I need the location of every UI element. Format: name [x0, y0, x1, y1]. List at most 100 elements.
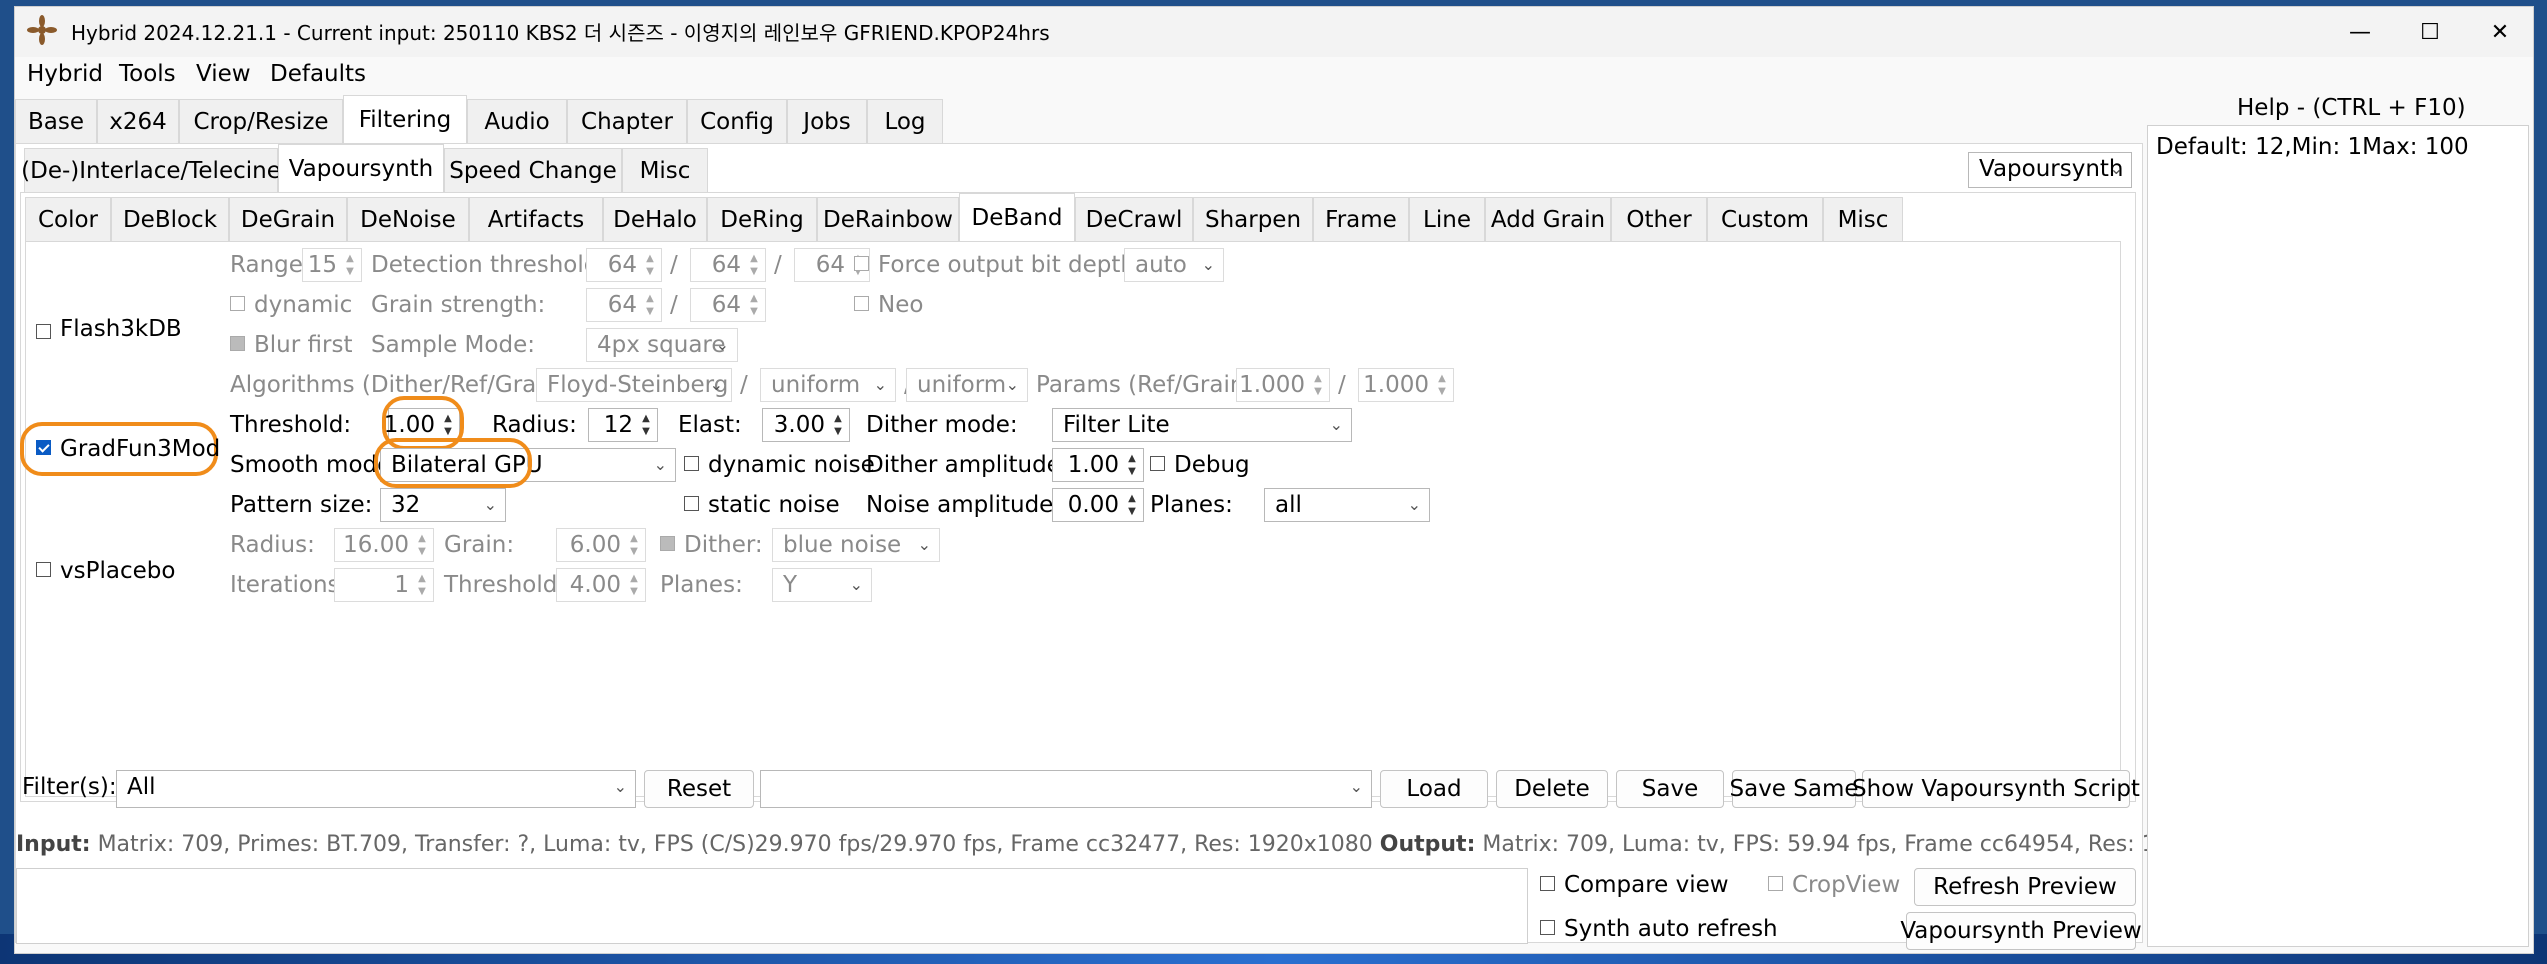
tab-config[interactable]: Config — [687, 99, 787, 143]
gradfun3mod-checkbox[interactable] — [36, 440, 51, 455]
save-button[interactable]: Save — [1616, 770, 1724, 808]
elast-spinbox[interactable]: 3.00 ▲ ▼ — [762, 408, 850, 442]
algo-grain-select[interactable]: uniform ⌄ — [906, 368, 1028, 402]
params-ref[interactable]: 1.000 ▲ ▼ — [1236, 368, 1330, 402]
tab-crop-resize[interactable]: Crop/Resize — [179, 99, 343, 143]
tab-dehalo[interactable]: DeHalo — [603, 197, 707, 241]
preset-select[interactable]: ⌄ — [760, 770, 1372, 808]
tab-add-grain[interactable]: Add Grain — [1485, 197, 1611, 241]
detection-threshold-1[interactable]: 64 ▲ ▼ — [586, 248, 662, 282]
tab-decrawl[interactable]: DeCrawl — [1075, 197, 1193, 241]
tab-audio[interactable]: Audio — [467, 99, 567, 143]
grain-strength-2[interactable]: 64 ▲ ▼ — [690, 288, 766, 322]
sample-mode-select[interactable]: 4px square ⌄ — [586, 328, 738, 362]
tab-log[interactable]: Log — [867, 99, 943, 143]
tab-custom[interactable]: Custom — [1707, 197, 1823, 241]
algo-ref-select[interactable]: uniform ⌄ — [760, 368, 896, 402]
placebo-threshold-spinbox[interactable]: 4.00 ▲ ▼ — [556, 568, 646, 602]
save-same-button[interactable]: Save Same — [1730, 770, 1859, 808]
spin-arrows-icon: ▲▼ — [750, 293, 758, 317]
tab-dering[interactable]: DeRing — [707, 197, 817, 241]
tab-derainbow[interactable]: DeRainbow — [817, 197, 959, 241]
tab-vapoursynth[interactable]: Vapoursynth — [278, 144, 444, 192]
tab-misc-filter[interactable]: Misc — [1823, 197, 1903, 241]
tab-filtering[interactable]: Filtering — [343, 95, 467, 143]
refresh-preview-button[interactable]: Refresh Preview — [1914, 868, 2136, 906]
menu-view[interactable]: View — [196, 61, 251, 87]
tab-degrain[interactable]: DeGrain — [229, 197, 347, 241]
noise-amplitude-label: Noise amplitude: — [866, 492, 1062, 518]
algo-dither-select[interactable]: Floyd-Steinberg ⌄ — [536, 368, 732, 402]
detection-threshold-2[interactable]: 64 ▲ ▼ — [690, 248, 766, 282]
tab-color[interactable]: Color — [25, 197, 111, 241]
range-spinbox[interactable]: 15 ▲ ▼ — [302, 248, 362, 282]
noise-amplitude-spinbox[interactable]: 0.00 ▲ ▼ — [1052, 488, 1144, 522]
maximize-icon[interactable]: ☐ — [2395, 7, 2465, 57]
tab-denoise[interactable]: DeNoise — [347, 197, 469, 241]
iterations-spinbox[interactable]: 1 ▲ ▼ — [334, 568, 434, 602]
tab-other[interactable]: Other — [1611, 197, 1707, 241]
minimize-icon[interactable]: — — [2325, 7, 2395, 57]
dynamic-noise-checkbox[interactable] — [684, 456, 699, 471]
tab-misc[interactable]: Misc — [622, 148, 708, 192]
dither-amplitude-spinbox[interactable]: 1.00 ▲ ▼ — [1052, 448, 1144, 482]
reset-button[interactable]: Reset — [644, 770, 754, 808]
tab-chapter[interactable]: Chapter — [567, 99, 687, 143]
tab-deinterlace[interactable]: (De-)Interlace/Telecine — [21, 148, 281, 192]
tab-speed-change[interactable]: Speed Change — [444, 148, 622, 192]
radius-spinbox[interactable]: 12 ▲ ▼ — [588, 408, 658, 442]
tab-deband[interactable]: DeBand — [959, 193, 1075, 241]
vapoursynth-preview-button[interactable]: Vapoursynth Preview — [1900, 912, 2142, 950]
spin-arrows-icon: ▲▼ — [418, 533, 426, 557]
log-text-area[interactable] — [16, 868, 1528, 944]
pattern-size-select[interactable]: 32 ⌄ — [380, 488, 506, 522]
params-grain[interactable]: 1.000 ▲ ▼ — [1358, 368, 1454, 402]
placebo-planes-select[interactable]: Y ⌄ — [772, 568, 872, 602]
menu-hybrid[interactable]: Hybrid — [27, 61, 103, 87]
close-icon[interactable]: ✕ — [2465, 7, 2535, 57]
grain-strength-1[interactable]: 64 ▲ ▼ — [586, 288, 662, 322]
deband-panel: Flash3kDB Range: 15 ▲ ▼ Detection threshol… — [20, 241, 2121, 797]
placebo-dither-checkbox[interactable] — [660, 536, 675, 551]
tab-sharpen[interactable]: Sharpen — [1193, 197, 1313, 241]
pattern-size-label: Pattern size: — [230, 492, 373, 518]
force-output-select[interactable]: auto ⌄ — [1124, 248, 1224, 282]
vsplacebo-checkbox[interactable] — [36, 562, 51, 577]
placebo-grain-spinbox[interactable]: 6.00 ▲ ▼ — [556, 528, 646, 562]
tab-line[interactable]: Line — [1409, 197, 1485, 241]
static-noise-checkbox[interactable] — [684, 496, 699, 511]
tab-base[interactable]: Base — [15, 99, 97, 143]
debug-checkbox[interactable] — [1150, 456, 1165, 471]
tab-jobs[interactable]: Jobs — [787, 99, 867, 143]
placebo-dither-select[interactable]: blue noise ⌄ — [772, 528, 940, 562]
engine-select[interactable]: Vapoursynth ⌄ — [1968, 152, 2132, 188]
blur-first-checkbox[interactable] — [230, 336, 245, 351]
compare-view-checkbox[interactable] — [1540, 876, 1555, 891]
dither-mode-select[interactable]: Filter Lite ⌄ — [1052, 408, 1352, 442]
menu-defaults[interactable]: Defaults — [270, 61, 366, 87]
synth-auto-refresh-checkbox[interactable] — [1540, 920, 1555, 935]
load-button[interactable]: Load — [1380, 770, 1488, 808]
dynamic-checkbox[interactable] — [230, 296, 245, 311]
tab-frame[interactable]: Frame — [1313, 197, 1409, 241]
tab-artifacts[interactable]: Artifacts — [469, 197, 603, 241]
chevron-down-icon: ⌄ — [653, 455, 667, 474]
neo-checkbox[interactable] — [854, 296, 869, 311]
cropview-checkbox[interactable] — [1768, 876, 1783, 891]
flash3kdb-checkbox[interactable] — [36, 324, 51, 339]
planes-select[interactable]: all ⌄ — [1264, 488, 1430, 522]
tab-deblock[interactable]: DeBlock — [111, 197, 229, 241]
tab-x264[interactable]: x264 — [97, 99, 179, 143]
slash-separator: / — [670, 292, 678, 318]
iterations-label: Iterations: — [230, 572, 348, 598]
placebo-threshold-label: Threshold: — [444, 572, 566, 598]
range-label: Range: — [230, 252, 311, 278]
chevron-down-icon: ⌄ — [1407, 495, 1421, 514]
filters-select[interactable]: All ⌄ — [116, 770, 636, 808]
placebo-radius-spinbox[interactable]: 16.00 ▲ ▼ — [334, 528, 434, 562]
show-script-button[interactable]: Show Vapoursynth Script — [1852, 770, 2140, 808]
force-output-checkbox[interactable] — [854, 256, 869, 271]
menu-tools[interactable]: Tools — [119, 61, 176, 87]
delete-button[interactable]: Delete — [1496, 770, 1608, 808]
spin-arrows-icon: ▲▼ — [642, 413, 650, 437]
